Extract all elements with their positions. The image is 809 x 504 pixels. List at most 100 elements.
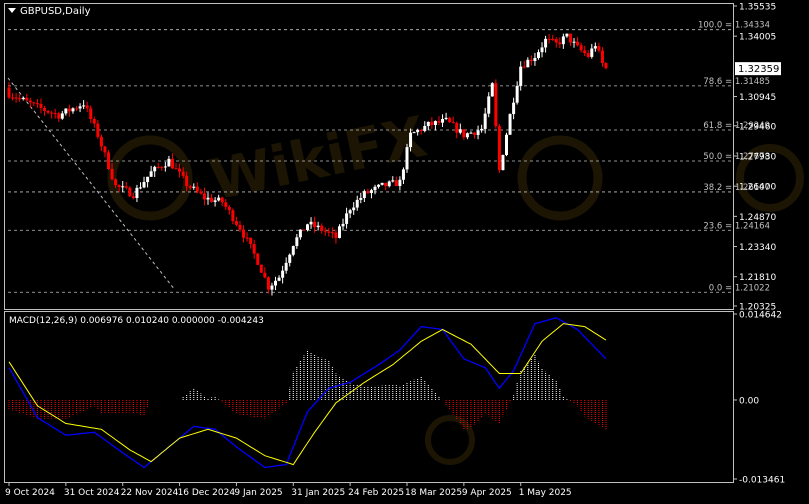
candle-body [195,186,199,192]
candle [359,192,363,204]
candle-body [82,105,86,107]
candle-body [242,229,246,238]
candle-body [288,254,292,263]
candle [202,187,206,206]
candle [348,208,352,219]
price-axis-label: 1.30945 [739,93,776,103]
candle-body [529,59,533,62]
candle-body [455,123,459,133]
candle [7,82,11,100]
candle [526,57,530,68]
candle [149,165,153,177]
current-price-value: 1.32359 [738,64,779,75]
candle-body [572,41,576,43]
candle [597,42,601,53]
candle-body [170,158,174,169]
candle-body [494,83,498,127]
candle-body [576,41,580,46]
candle-body [458,129,462,133]
candle [604,62,608,70]
candle [469,131,473,134]
candle [43,106,47,116]
candle-body [107,152,110,169]
candle [298,229,302,240]
candle-body [409,132,413,148]
candle-body [490,83,494,97]
candle [50,110,54,119]
candle [547,34,551,44]
time-axis[interactable]: 9 Oct 2024 31 Oct 2024 22 Nov 2024 16 Dec 2… [5,482,572,498]
candle [256,252,260,266]
candle-body [7,87,11,98]
candle-body [519,66,523,86]
candle [497,123,501,173]
candle-body [341,223,345,227]
candle [600,47,604,67]
candle-body [149,171,153,177]
candle-body [281,270,285,278]
candle [131,192,135,200]
candle [561,33,565,49]
price-axis-label: 1.34005 [739,33,776,43]
candle-body [426,121,430,126]
candle-body [547,38,551,40]
candle [138,182,142,190]
candle [82,100,86,110]
candle [252,239,256,259]
watermark-text: WikiFX [204,105,432,214]
candle-body [252,244,256,254]
candle [433,120,437,131]
candle [337,224,341,239]
candle-body [114,179,118,186]
candle-body [259,264,263,273]
candle [398,176,402,191]
candle-body [11,97,15,99]
candle-body [597,46,601,51]
candle-body [476,130,480,135]
candle-body [551,39,555,41]
candle [377,184,381,189]
price-axis[interactable]: 1.35535 1.34005 1.30945 1.29460 1.27930 1.264… [733,3,776,313]
candle [259,264,263,273]
candle [18,94,22,103]
candle-body [167,158,171,167]
candle-body [163,166,167,168]
candle-body [526,59,530,68]
candle [558,37,562,49]
candle [362,189,366,203]
candle [508,113,512,136]
triangle-down-icon[interactable] [8,8,16,13]
candle-body [433,121,437,125]
candle-body [554,39,558,43]
candle-body [522,66,526,68]
candle-body [210,197,214,202]
candle [25,93,29,101]
candle [64,108,68,116]
candle [373,184,377,195]
candle-body [515,85,519,103]
candle [565,33,569,38]
candle [462,129,466,141]
candle-body [202,193,206,200]
candle-body [156,166,160,168]
time-axis-label: 18 Mar 2025 [405,488,462,498]
candle-body [57,113,61,119]
candle-body [121,186,125,188]
candle [234,216,238,227]
candle [291,245,295,257]
candle-body [323,230,327,232]
candle-body [330,232,334,234]
candle-body [480,128,484,131]
fib-level-label: 78.6 = 1.31485 [703,77,770,87]
candle [529,55,533,66]
time-axis-label: 31 Jan 2025 [291,488,345,498]
chart-window[interactable]: WikiFX 100.0 = 1.34334 78.6 = 1.31485 61.8… [0,0,809,500]
candle-body [568,33,572,43]
candle-body [117,185,121,188]
candle [160,165,164,171]
time-axis-label: 22 Nov 2024 [121,488,179,498]
candle [85,101,89,113]
macd-axis[interactable]: 0.014642 0.00 -0.013461 [733,311,785,486]
chart-canvas[interactable]: WikiFX 100.0 = 1.3433478.6 = 1.3148561.8… [0,0,809,500]
candle-body [89,108,93,119]
